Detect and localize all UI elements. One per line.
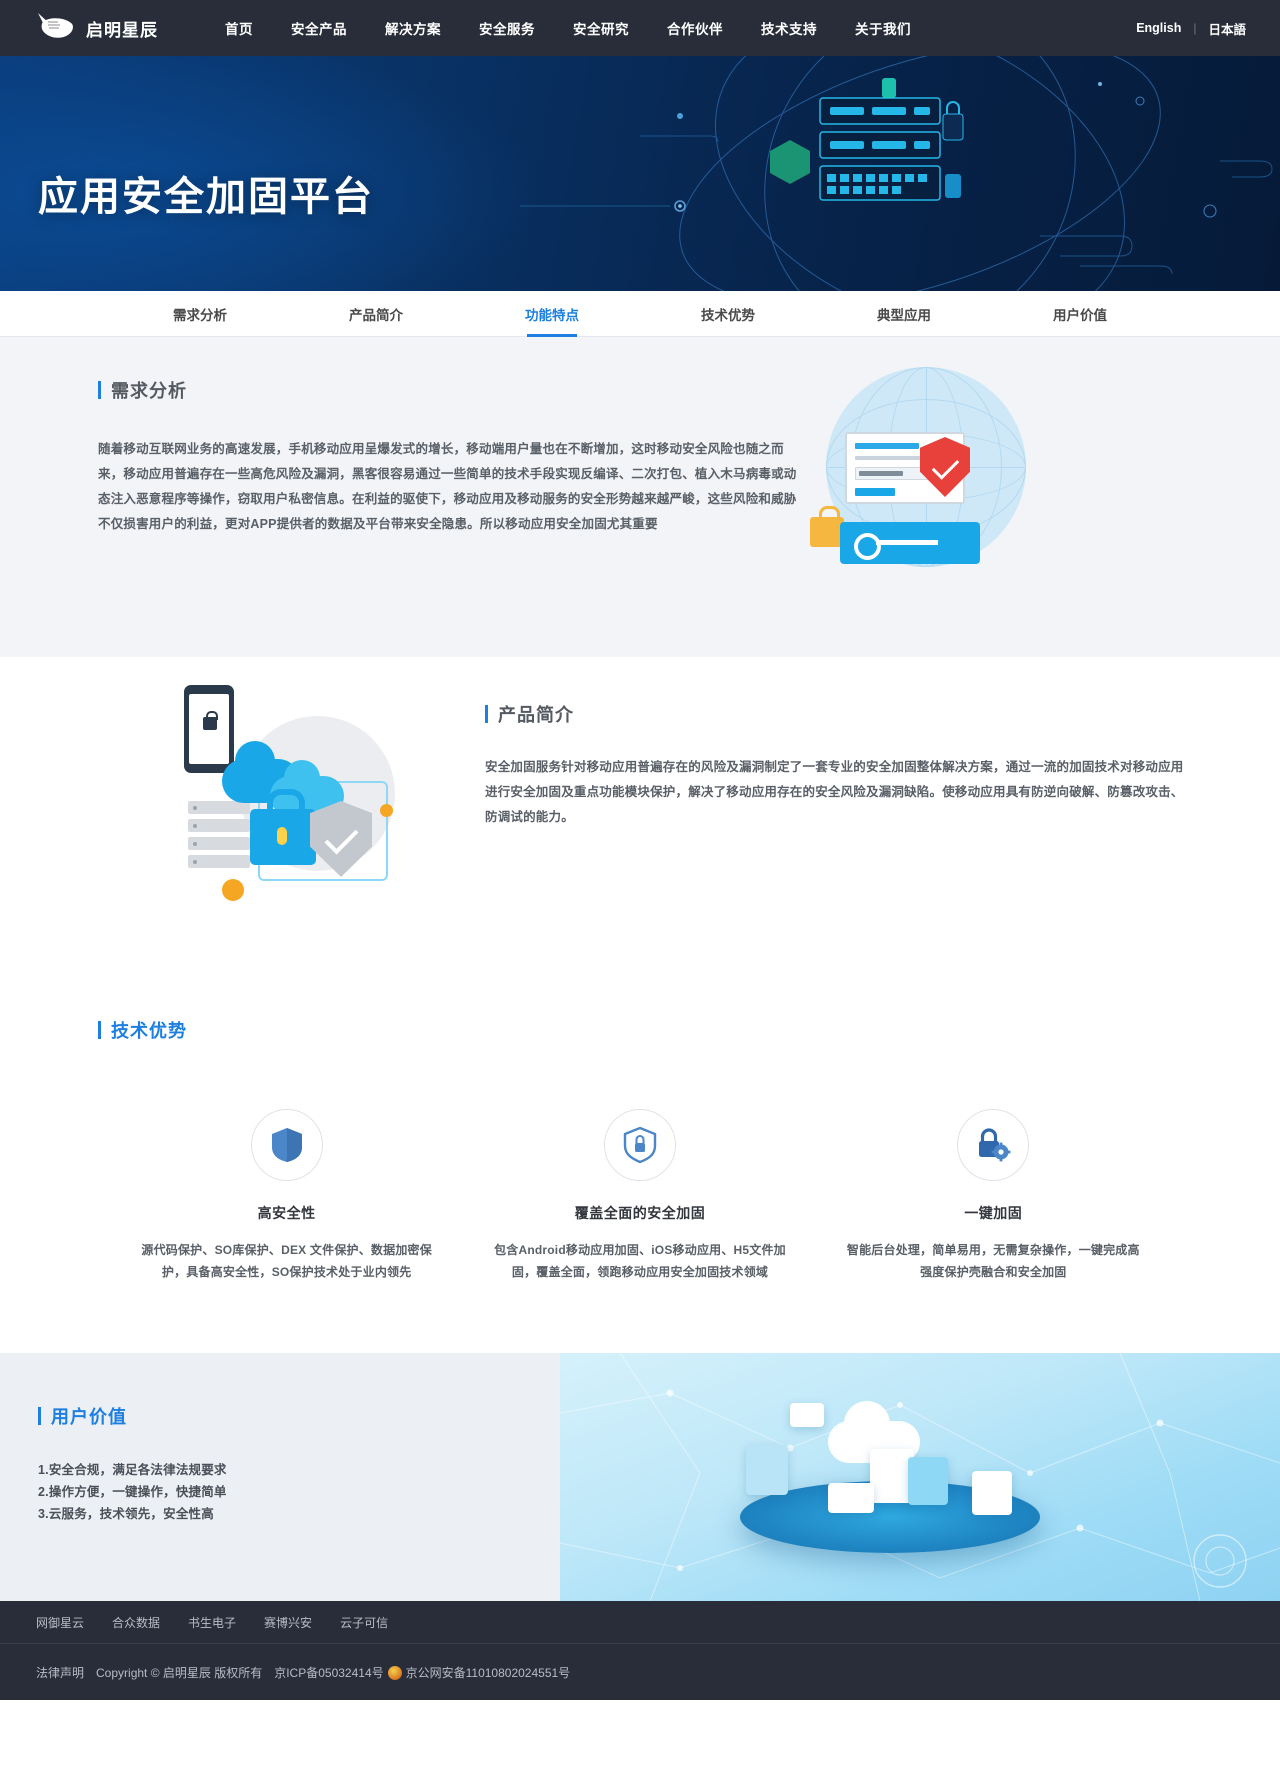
bird-logo-icon bbox=[30, 11, 82, 45]
user-value-item: 2.操作方便，一键操作，快捷简单 bbox=[38, 1485, 227, 1499]
police-badge-icon bbox=[387, 1666, 402, 1680]
hero-illustration bbox=[520, 56, 1280, 291]
orange-gear-icon bbox=[222, 879, 244, 901]
lang-english-link[interactable]: English bbox=[1124, 21, 1193, 35]
user-value-section: 用户价值 1.安全合规，满足各法律法规要求 2.操作方便，一键操作，快捷简单 3… bbox=[0, 1353, 1280, 1601]
tech-card-title: 一键加固 bbox=[964, 1205, 1023, 1221]
top-navigation-bar: 启明星辰 首页 安全产品 解决方案 安全服务 安全研究 合作伙伴 技术支持 关于… bbox=[0, 0, 1280, 56]
doc-card-3 bbox=[746, 1445, 788, 1495]
tab-user-value[interactable]: 用户价值 bbox=[992, 291, 1168, 336]
product-intro-paragraph: 安全加固服务针对移动应用普遍存在的风险及漏洞制定了一套专业的安全加固整体解决方案… bbox=[485, 760, 1184, 824]
nav-home[interactable]: 首页 bbox=[206, 18, 272, 38]
doc-card-6 bbox=[790, 1403, 824, 1427]
footer-link-shusheng[interactable]: 书生电子 bbox=[188, 1614, 236, 1631]
footer-partner-links: 网御星云 合众数据 书生电子 赛博兴安 云子可信 bbox=[0, 1601, 1280, 1643]
nav-security-research[interactable]: 安全研究 bbox=[554, 18, 648, 38]
demand-analysis-illustration bbox=[810, 367, 1190, 597]
footer-link-wangyu[interactable]: 网御星云 bbox=[36, 1614, 84, 1631]
big-lock-icon bbox=[250, 789, 316, 865]
tab-typical-applications[interactable]: 典型应用 bbox=[816, 291, 992, 336]
phone-lock-icon bbox=[184, 685, 234, 773]
user-value-heading: 用户价值 bbox=[38, 1403, 560, 1429]
lock-gear-icon bbox=[957, 1109, 1030, 1181]
tab-product-intro[interactable]: 产品简介 bbox=[288, 291, 464, 336]
nav-partners[interactable]: 合作伙伴 bbox=[648, 18, 742, 38]
tab-features[interactable]: 功能特点 bbox=[464, 291, 640, 336]
product-intro-section: 产品简介 安全加固服务针对移动应用普遍存在的风险及漏洞制定了一套专业的安全加固整… bbox=[0, 657, 1280, 981]
server-stack-icon bbox=[188, 801, 250, 871]
demand-analysis-section: 需求分析 随着移动互联网业务的高速发展，手机移动应用呈爆发式的增长，移动端用户量… bbox=[0, 337, 1280, 657]
yellow-lock-icon bbox=[810, 506, 844, 547]
footer-link-hezhong[interactable]: 合众数据 bbox=[112, 1614, 160, 1631]
tab-demand-analysis[interactable]: 需求分析 bbox=[112, 291, 288, 336]
blue-key-icon bbox=[840, 522, 980, 564]
legal-notice-link[interactable]: 法律声明 bbox=[36, 1664, 84, 1681]
tech-card-title: 高安全性 bbox=[257, 1205, 316, 1221]
tech-card-high-security: 高安全性 源代码保护、SO库保护、DEX 文件保护、数据加密保护，具备高安全性，… bbox=[110, 1109, 463, 1283]
footer-link-saibo[interactable]: 赛博兴安 bbox=[264, 1614, 312, 1631]
tech-card-description: 智能后台处理，简单易用，无需复杂操作，一键完成高强度保护壳融合和安全加固 bbox=[846, 1243, 1140, 1279]
nav-security-services[interactable]: 安全服务 bbox=[460, 18, 554, 38]
product-intro-illustration bbox=[170, 681, 467, 931]
hero-banner: 应用安全加固平台 bbox=[0, 56, 1280, 291]
doc-card-2 bbox=[908, 1457, 948, 1505]
doc-card-5 bbox=[972, 1471, 1012, 1515]
icp-license-link[interactable]: 京ICP备05032414号 bbox=[274, 1664, 383, 1681]
lang-japanese-link[interactable]: 日本語 bbox=[1196, 19, 1258, 38]
primary-nav-links: 首页 安全产品 解决方案 安全服务 安全研究 合作伙伴 技术支持 关于我们 bbox=[206, 18, 930, 38]
demand-analysis-paragraph: 随着移动互联网业务的高速发展，手机移动应用呈爆发式的增长，移动端用户量也在不断增… bbox=[98, 442, 797, 531]
nav-security-products[interactable]: 安全产品 bbox=[272, 18, 366, 38]
footer-copyright-bar: 法律声明 Copyright © 启明星辰 版权所有 京ICP备05032414… bbox=[0, 1644, 1280, 1700]
user-value-item: 1.安全合规，满足各法律法规要求 bbox=[38, 1463, 227, 1477]
shield-icon bbox=[250, 1109, 323, 1181]
section-tab-bar: 需求分析 产品简介 功能特点 技术优势 典型应用 用户价值 bbox=[0, 291, 1280, 337]
tech-advantages-heading: 技术优势 bbox=[98, 1017, 1190, 1043]
tech-card-title: 覆盖全面的安全加固 bbox=[574, 1205, 706, 1221]
tech-card-one-click: 一键加固 智能后台处理，简单易用，无需复杂操作，一键完成高强度保护壳融合和安全加… bbox=[817, 1109, 1170, 1283]
brand-name-text: 启明星辰 bbox=[86, 20, 158, 40]
tech-card-description: 包含Android移动应用加固、iOS移动应用、H5文件加固，覆盖全面，领跑移动… bbox=[494, 1243, 786, 1279]
product-intro-heading: 产品简介 bbox=[485, 701, 1190, 727]
police-record-link[interactable]: 京公网安备11010802024551号 bbox=[406, 1664, 571, 1681]
tab-tech-advantages[interactable]: 技术优势 bbox=[640, 291, 816, 336]
tech-advantages-section: 技术优势 高安全性 源代码保护、SO库保护、DEX 文件保护、数据加密保护，具备… bbox=[0, 981, 1280, 1353]
language-switcher: English | 日本語 bbox=[1124, 0, 1258, 56]
tech-advantage-cards: 高安全性 源代码保护、SO库保护、DEX 文件保护、数据加密保护，具备高安全性，… bbox=[90, 1109, 1190, 1283]
brand-logo-group[interactable]: 启明星辰 bbox=[30, 11, 180, 45]
footer-link-yunzi[interactable]: 云子可信 bbox=[340, 1614, 388, 1631]
doc-card-4 bbox=[828, 1483, 874, 1513]
page-title: 应用安全加固平台 bbox=[38, 175, 374, 219]
tech-card-full-coverage: 覆盖全面的安全加固 包含Android移动应用加固、iOS移动应用、H5文件加固… bbox=[463, 1109, 816, 1283]
nav-support[interactable]: 技术支持 bbox=[742, 18, 836, 38]
user-value-item: 3.云服务，技术领先，安全性高 bbox=[38, 1507, 214, 1521]
copyright-text: Copyright © 启明星辰 版权所有 bbox=[96, 1665, 263, 1680]
user-value-list: 1.安全合规，满足各法律法规要求 2.操作方便，一键操作，快捷简单 3.云服务，… bbox=[38, 1459, 560, 1525]
user-value-illustration bbox=[560, 1353, 1280, 1601]
orange-dot-right bbox=[380, 804, 393, 817]
tech-card-description: 源代码保护、SO库保护、DEX 文件保护、数据加密保护，具备高安全性，SO保护技… bbox=[141, 1243, 432, 1279]
nav-solutions[interactable]: 解决方案 bbox=[366, 18, 460, 38]
demand-analysis-heading: 需求分析 bbox=[98, 377, 810, 403]
nav-about-us[interactable]: 关于我们 bbox=[836, 18, 930, 38]
shield-lock-icon bbox=[603, 1109, 676, 1181]
